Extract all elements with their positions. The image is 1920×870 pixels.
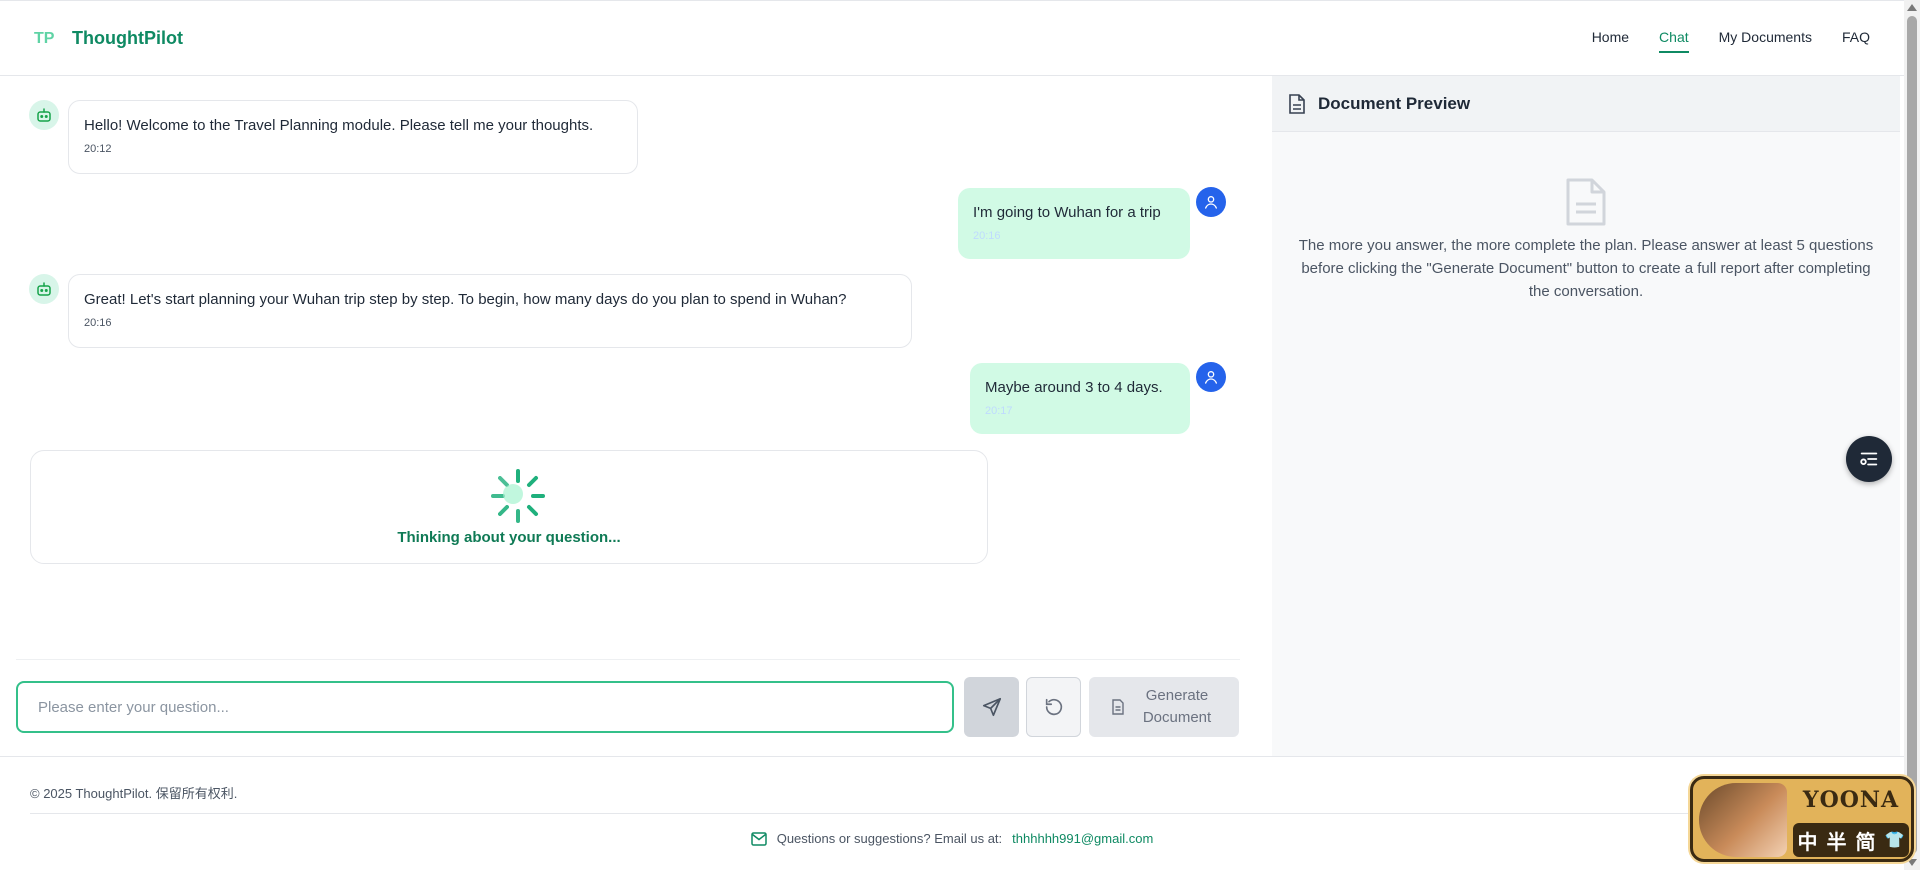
footer: © 2025 ThoughtPilot. 保留所有权利. Questions o… — [0, 756, 1904, 870]
nav-home[interactable]: Home — [1592, 29, 1629, 53]
badge-name: YOONA — [1802, 787, 1900, 813]
message-bot: Great! Let's start planning your Wuhan t… — [68, 274, 912, 348]
preview-empty-message: The more you answer, the more complete t… — [1298, 237, 1874, 300]
badge-char: 半 — [1826, 831, 1847, 854]
message-bot: Hello! Welcome to the Travel Planning mo… — [68, 100, 638, 174]
message-text: Great! Let's start planning your Wuhan t… — [84, 291, 847, 308]
brand-logo-icon: TP — [34, 30, 55, 47]
contact-line: Questions or suggestions? Email us at: t… — [0, 831, 1904, 846]
contact-text: Questions or suggestions? Email us at: — [776, 831, 1003, 846]
loading-spinner-icon — [491, 469, 545, 523]
top-header: TP ThoughtPilot Home Chat My Documents F… — [0, 0, 1904, 76]
floating-menu-button[interactable] — [1846, 436, 1892, 482]
copyright-text: © 2025 ThoughtPilot. 保留所有权利. — [30, 786, 238, 801]
bot-avatar-icon — [29, 100, 59, 130]
message-text: Hello! Welcome to the Travel Planning mo… — [84, 117, 594, 134]
thinking-indicator: Thinking about your question... — [30, 450, 988, 564]
badge-char: 中 — [1797, 831, 1818, 854]
chat-panel: Hello! Welcome to the Travel Planning mo… — [0, 76, 1256, 756]
mail-icon — [750, 831, 767, 846]
generate-document-button[interactable]: Generate Document — [1089, 677, 1239, 737]
main-nav: Home Chat My Documents FAQ — [1592, 29, 1870, 53]
preview-header: Document Preview — [1272, 76, 1900, 132]
brand-name: ThoughtPilot — [72, 27, 183, 48]
badge-chars: 中 半 简 👕 — [1793, 823, 1909, 857]
send-button[interactable] — [964, 677, 1019, 737]
brand-logo-text: TP — [34, 30, 55, 47]
footer-divider — [30, 813, 1874, 814]
list-settings-icon — [1860, 452, 1878, 466]
nav-my-documents[interactable]: My Documents — [1719, 29, 1812, 53]
message-user: I'm going to Wuhan for a trip 20:16 — [958, 188, 1190, 259]
nav-chat[interactable]: Chat — [1659, 29, 1689, 53]
send-icon — [982, 697, 1001, 717]
refresh-icon — [1045, 698, 1062, 716]
nav-faq[interactable]: FAQ — [1842, 29, 1870, 53]
scroll-down-arrow-icon[interactable] — [1907, 859, 1917, 866]
document-icon — [1112, 699, 1124, 715]
scroll-thumb[interactable] — [1907, 16, 1917, 854]
document-icon — [1289, 93, 1305, 114]
profile-badge[interactable]: YOONA 中 半 简 👕 — [1690, 776, 1914, 862]
preview-title: Document Preview — [1318, 93, 1471, 113]
reset-button[interactable] — [1026, 677, 1081, 737]
badge-portrait — [1699, 783, 1787, 857]
user-avatar-icon — [1196, 187, 1226, 217]
page-scrollbar[interactable] — [1904, 0, 1920, 870]
message-text: I'm going to Wuhan for a trip — [973, 204, 1161, 221]
composer-divider — [16, 659, 1240, 660]
message-time: 20:12 — [84, 143, 112, 155]
brand[interactable]: TP ThoughtPilot — [34, 27, 183, 49]
scroll-up-arrow-icon[interactable] — [1907, 4, 1917, 11]
message-text: Maybe around 3 to 4 days. — [985, 379, 1163, 396]
generate-document-label: Generate Document — [1142, 687, 1212, 726]
message-user: Maybe around 3 to 4 days. 20:17 — [970, 363, 1190, 434]
question-input[interactable] — [16, 681, 954, 733]
message-time: 20:16 — [973, 230, 1001, 242]
document-preview-panel: Document Preview The more you answer, th… — [1272, 76, 1900, 756]
empty-document-icon — [1566, 178, 1606, 226]
message-time: 20:16 — [84, 317, 112, 329]
badge-char: 简 — [1855, 831, 1876, 854]
thinking-text: Thinking about your question... — [397, 529, 621, 546]
bot-avatar-icon — [29, 274, 59, 304]
user-avatar-icon — [1196, 362, 1226, 392]
contact-email-link[interactable]: thhhhhh991@gmail.com — [1012, 831, 1153, 846]
shirt-icon: 👕 — [1884, 832, 1905, 849]
message-time: 20:17 — [985, 405, 1013, 417]
